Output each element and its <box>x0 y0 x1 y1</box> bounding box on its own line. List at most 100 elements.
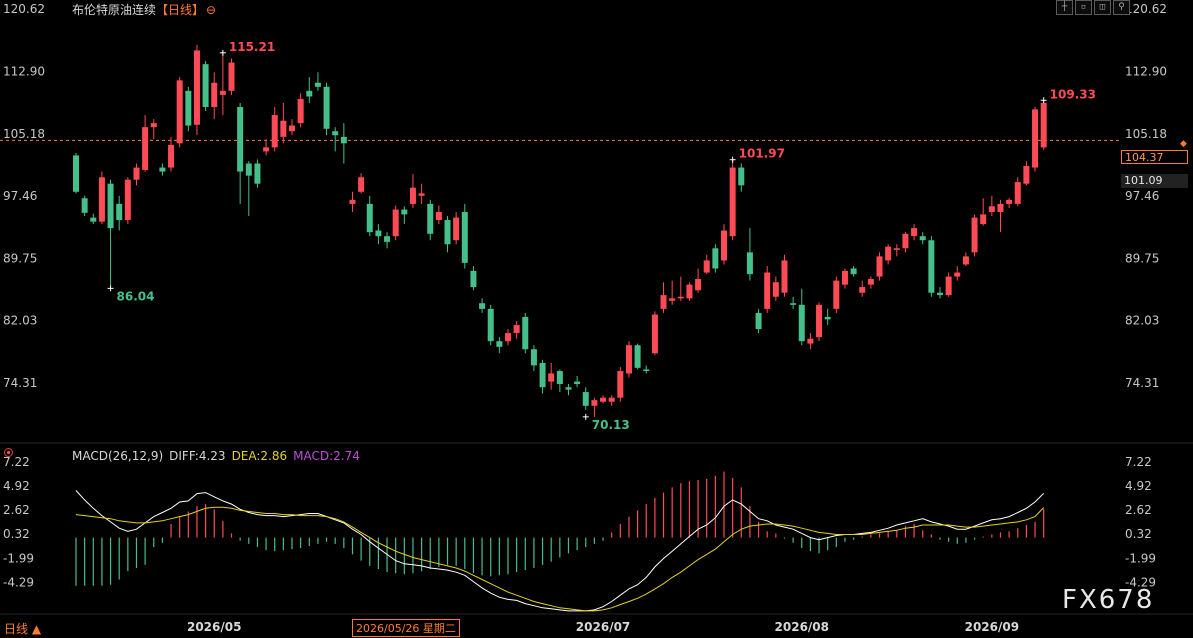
candle <box>625 345 632 374</box>
macd-tick-left: -4.29 <box>3 576 34 590</box>
candle <box>565 387 572 390</box>
indicator-toggle-icon[interactable] <box>4 448 13 457</box>
y-tick-left: 105.18 <box>3 127 45 141</box>
macd-tick-left: 2.62 <box>3 503 30 517</box>
macd-legend: MACD(26,12,9) DIFF:4.23 DEA:2.86 MACD:2.74 <box>72 449 366 463</box>
period-label[interactable]: 【日线】 <box>156 3 204 17</box>
watermark-logo: FX678 <box>1062 585 1155 615</box>
candle <box>764 272 771 309</box>
candle <box>479 303 486 309</box>
extreme-label: 109.33 <box>1050 87 1096 101</box>
y-tick-right: 82.03 <box>1125 314 1159 328</box>
candle <box>453 217 460 241</box>
candle <box>850 268 857 275</box>
candle <box>280 120 287 137</box>
macd-tick-right: 4.92 <box>1125 479 1152 493</box>
previous-close-tag: 101.09 <box>1121 174 1188 188</box>
candle <box>323 86 330 129</box>
candle <box>729 167 736 237</box>
y-tick-right: 112.90 <box>1125 64 1167 78</box>
timeframe-button[interactable]: 日线 ▲ <box>4 620 41 637</box>
candle <box>608 397 615 402</box>
candle <box>392 209 399 237</box>
y-tick-right: 89.75 <box>1125 251 1159 265</box>
candle <box>107 183 114 229</box>
candle <box>703 260 710 273</box>
candle <box>332 131 339 136</box>
candle <box>841 270 848 285</box>
candle <box>669 298 676 301</box>
candle <box>902 233 909 249</box>
macd-name[interactable]: MACD(26,12,9) <box>72 449 163 463</box>
extreme-label: 86.04 <box>117 289 155 303</box>
candle <box>263 147 270 152</box>
candle <box>271 115 278 148</box>
candle <box>81 198 88 213</box>
candle <box>73 155 79 192</box>
candle <box>695 278 702 291</box>
candle <box>574 381 581 384</box>
candle <box>919 236 926 241</box>
candle <box>176 80 183 144</box>
candle <box>539 362 546 388</box>
candle <box>591 400 598 406</box>
candle <box>314 82 321 87</box>
macd-diff: DIFF:4.23 <box>169 449 226 463</box>
y-tick-left: 89.75 <box>3 251 37 265</box>
candle <box>245 163 252 176</box>
macd-tick-left: 4.92 <box>3 479 30 493</box>
macd-tick-left: -1.99 <box>3 551 34 565</box>
candle <box>306 90 313 97</box>
symbol-title: 布伦特原油连续 <box>72 3 157 17</box>
candle <box>193 50 200 125</box>
candle <box>427 203 434 234</box>
candle <box>522 316 529 350</box>
macd-tick-right: 7.22 <box>1125 455 1152 469</box>
candle <box>738 167 745 186</box>
cursor-date-label: 2026/05/26 星期二 <box>352 619 460 637</box>
candle <box>297 98 304 124</box>
candle <box>418 193 425 196</box>
candle <box>816 304 823 338</box>
minimize-icon[interactable]: ▫ <box>1075 0 1092 15</box>
candle <box>461 211 468 263</box>
candle <box>556 371 563 384</box>
candle <box>962 256 969 265</box>
pin-icon[interactable]: ⚲ <box>1113 0 1130 15</box>
candle <box>142 127 149 170</box>
x-tick-label: 2026/09 <box>965 620 1019 634</box>
candle <box>893 248 900 250</box>
macd-tick-right: -1.99 <box>1125 551 1156 565</box>
macd-value: MACD:2.74 <box>293 449 360 463</box>
candle <box>150 123 157 128</box>
candle <box>358 177 365 192</box>
candle <box>954 272 961 277</box>
candle <box>375 230 382 237</box>
candle <box>582 392 589 406</box>
candle <box>677 296 684 299</box>
candle <box>254 163 261 184</box>
candle <box>401 209 408 215</box>
candle <box>237 106 244 172</box>
candle <box>1023 165 1030 184</box>
extreme-label: 101.97 <box>739 147 785 161</box>
candle <box>798 304 805 342</box>
candle <box>470 270 477 288</box>
candle <box>600 397 607 402</box>
candle <box>366 203 373 233</box>
candle <box>159 167 166 172</box>
candle <box>202 64 209 107</box>
candle <box>133 167 140 180</box>
candle <box>513 325 520 334</box>
candle <box>124 179 131 221</box>
candle <box>1032 109 1039 168</box>
fit-icon[interactable]: ◫ <box>1094 0 1111 15</box>
y-tick-left: 82.03 <box>3 314 37 328</box>
candlestick-chart[interactable]: 120.62 120.62 112.90 112.90 105.18 105.18 97.4… <box>0 0 1193 638</box>
candle <box>289 125 295 132</box>
x-tick-label: 2026/05 <box>187 620 241 634</box>
crosshair-icon[interactable]: ┼ <box>1056 0 1073 15</box>
gear-icon[interactable]: ⊖ <box>206 3 216 17</box>
candle <box>634 345 641 368</box>
macd-tick-right: 0.32 <box>1125 527 1152 541</box>
